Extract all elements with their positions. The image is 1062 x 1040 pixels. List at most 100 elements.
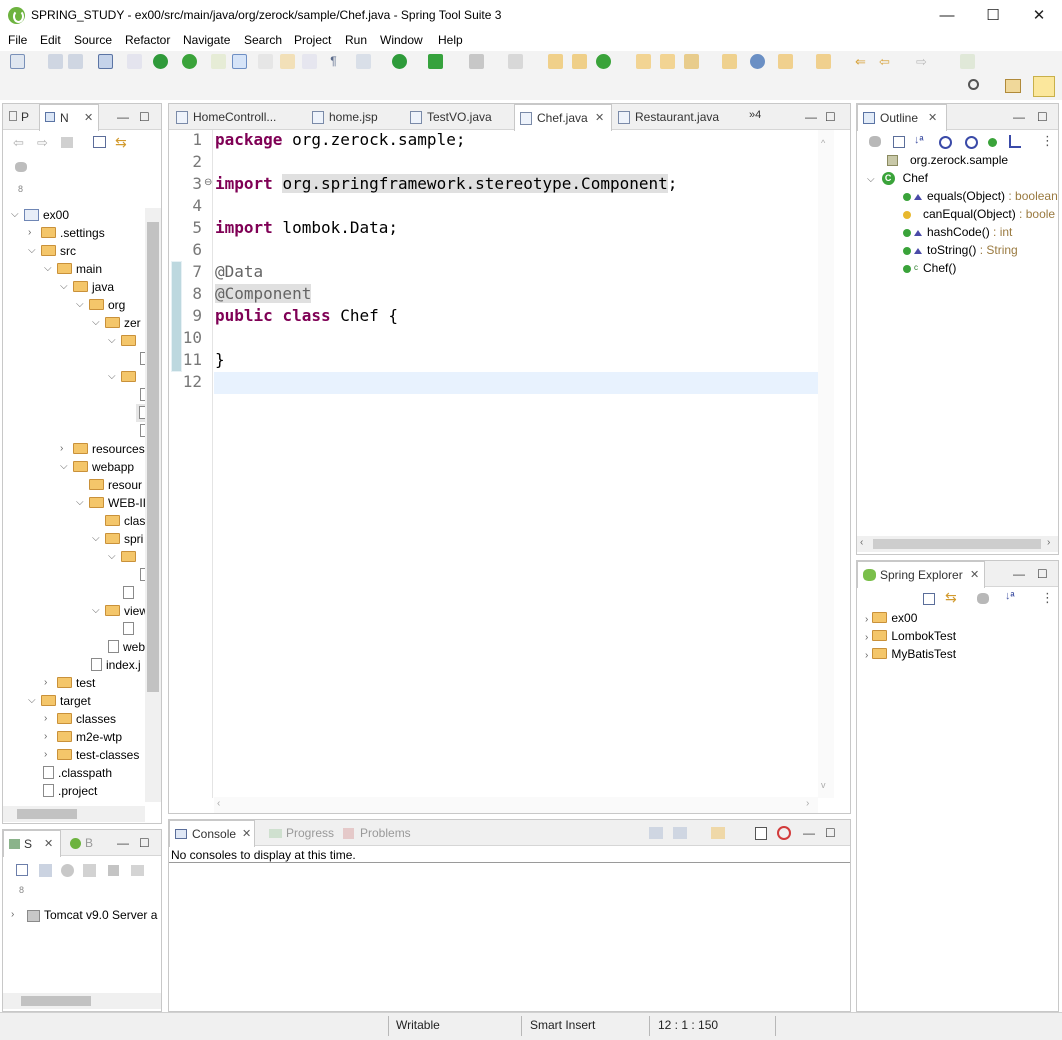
tree-item-project[interactable]: .project [43, 782, 97, 800]
tree-item-settings[interactable]: › .settings [28, 224, 105, 242]
profile-server-icon[interactable] [83, 864, 96, 877]
sort-spring-icon[interactable]: ↓ᵃ [1005, 590, 1015, 602]
outline-hscroll[interactable]: ‹ › [857, 536, 1058, 552]
tree-item-classpath[interactable]: .classpath [43, 764, 112, 782]
debug-icon[interactable] [356, 54, 371, 69]
spring-item-mybatistest[interactable]: › MyBatisTest [865, 645, 956, 663]
outline-member-constructor[interactable]: c Chef() [903, 259, 956, 277]
menu-refactor[interactable]: Refactor [125, 33, 170, 47]
tab-restaurant[interactable]: Restaurant.java [613, 104, 733, 130]
outline-member-canequal[interactable]: canEqual(Object) : boole [903, 205, 1055, 223]
skip-breakpoints-icon[interactable] [127, 54, 142, 69]
spring-explorer-maximize-button[interactable]: ☐ [1037, 567, 1048, 581]
start-server-icon[interactable] [61, 864, 74, 877]
spring-item-lomboktest[interactable]: › LombokTest [865, 627, 956, 645]
tree-item-web-inf[interactable]: ⌵ WEB-II [76, 494, 146, 512]
minimize-button[interactable]: — [924, 0, 970, 31]
menu-run[interactable]: Run [345, 33, 367, 47]
outline-member-hashcode[interactable]: hashCode() : int [903, 223, 1012, 241]
tree-item-classes[interactable]: clas [105, 512, 145, 530]
tab-progress[interactable]: Progress [264, 820, 336, 846]
up-icon[interactable] [61, 137, 73, 148]
tab-homecontroller[interactable]: HomeControll... [171, 104, 289, 130]
pin-console-icon[interactable] [649, 827, 663, 839]
save-icon[interactable] [48, 54, 63, 69]
publish-server-icon[interactable] [131, 865, 144, 876]
debug-server-icon[interactable] [39, 864, 52, 877]
tree-item-main[interactable]: ⌵ main [44, 260, 102, 278]
editor-minimize-button[interactable]: — [805, 110, 817, 124]
open-task-icon[interactable] [660, 54, 675, 69]
minimize-panel-button[interactable]: — [117, 110, 129, 124]
tree-item-sub1[interactable]: ⌵ [108, 332, 140, 350]
tree-item-webxml[interactable]: web [108, 638, 145, 656]
console-maximize-button[interactable]: ☐ [825, 826, 836, 840]
code-line-5[interactable]: import lombok.Data; [215, 218, 398, 237]
tree-item-org[interactable]: ⌵ org [76, 296, 125, 314]
new-icon[interactable] [10, 54, 25, 69]
link-spring-icon[interactable]: ⇆ [945, 589, 957, 606]
editor-hscroll[interactable]: ‹ › [214, 797, 818, 813]
prev-annotation-icon[interactable] [816, 54, 831, 69]
new-package-icon[interactable] [572, 54, 587, 69]
outline-member-tostring[interactable]: toString() : String [903, 241, 1018, 259]
tree-item-zerock[interactable]: ⌵ zer [92, 314, 141, 332]
stop-icon[interactable] [469, 54, 484, 69]
servers-maximize-button[interactable]: ☐ [139, 836, 150, 850]
spring-perspective-icon[interactable] [1033, 76, 1055, 97]
menu-window[interactable]: Window [380, 33, 423, 47]
brush-icon[interactable] [258, 54, 273, 69]
tree-item-index[interactable]: index.j [91, 656, 141, 674]
task-icon[interactable] [280, 54, 295, 69]
editor-maximize-button[interactable]: ☐ [825, 110, 836, 124]
code-line-7[interactable]: @Data [215, 262, 263, 281]
group-icon[interactable] [869, 136, 881, 147]
search-icon[interactable] [968, 79, 979, 90]
editor-overflow-tabs[interactable]: »4 [749, 109, 761, 121]
tree-item-target-classes[interactable]: › classes [44, 710, 116, 728]
outline-maximize-button[interactable]: ☐ [1037, 110, 1048, 124]
new-java-project-icon[interactable] [548, 54, 563, 69]
open-perspective-icon[interactable] [1005, 79, 1021, 93]
editor-vscroll[interactable]: ^ v [818, 130, 834, 798]
hide-nonpublic-icon[interactable] [988, 138, 997, 147]
forward-nav-icon[interactable]: ⇨ [37, 135, 48, 151]
refresh-icon[interactable] [182, 54, 197, 69]
maximize-button[interactable]: ☐ [970, 0, 1016, 31]
stop-server-icon[interactable] [108, 865, 119, 876]
tree-item-src[interactable]: ⌵ src [28, 242, 76, 260]
run-external-icon[interactable] [428, 54, 443, 69]
outline-class-chef[interactable]: ⌵ C Chef [867, 169, 928, 187]
display-console-icon[interactable] [673, 827, 687, 839]
search-toolbar-icon[interactable] [684, 54, 699, 69]
forward-icon[interactable]: ⇨ [916, 54, 931, 69]
collapse-servers-icon[interactable] [16, 864, 28, 876]
tab-outline[interactable]: Outline ✕ [857, 104, 947, 131]
package-explorer-hscroll[interactable] [3, 806, 145, 822]
sort-icon[interactable]: ↓ᵃ [914, 134, 924, 146]
tab-project-explorer[interactable]: P [3, 104, 37, 130]
menu-navigate[interactable]: Navigate [183, 33, 230, 47]
hide-fields-icon[interactable] [939, 136, 952, 149]
collapse-all-icon[interactable] [93, 136, 106, 148]
tab-spring-explorer[interactable]: Spring Explorer ✕ [857, 561, 985, 588]
menu-help[interactable]: Help [438, 33, 463, 47]
code-line-3[interactable]: import org.springframework.stereotype.Co… [215, 174, 677, 193]
spring-menu-icon[interactable]: ⋮ [1041, 590, 1054, 606]
pin-icon[interactable] [960, 54, 975, 69]
spring-boot-icon[interactable] [153, 54, 168, 69]
code-line-11[interactable]: } [215, 350, 225, 369]
tab-testvo[interactable]: TestVO.java [405, 104, 503, 130]
tree-item-spring[interactable]: ⌵ spri [92, 530, 143, 548]
hide-static-icon[interactable] [965, 136, 978, 149]
tab-navigator[interactable]: N ✕ [39, 104, 99, 131]
tree-item-views[interactable]: ⌵ view [92, 602, 148, 620]
link-editor-icon[interactable]: ⇆ [115, 134, 127, 151]
hide-local-icon[interactable] [1009, 135, 1021, 148]
tree-item-m2e-wtp[interactable]: › m2e-wtp [44, 728, 122, 746]
run-icon[interactable] [392, 54, 407, 69]
open-folder-icon[interactable] [722, 54, 737, 69]
package-explorer-scrollbar[interactable] [145, 208, 161, 802]
group-spring-icon[interactable] [977, 593, 989, 604]
last-edit-icon[interactable]: ⇐ [855, 54, 870, 69]
